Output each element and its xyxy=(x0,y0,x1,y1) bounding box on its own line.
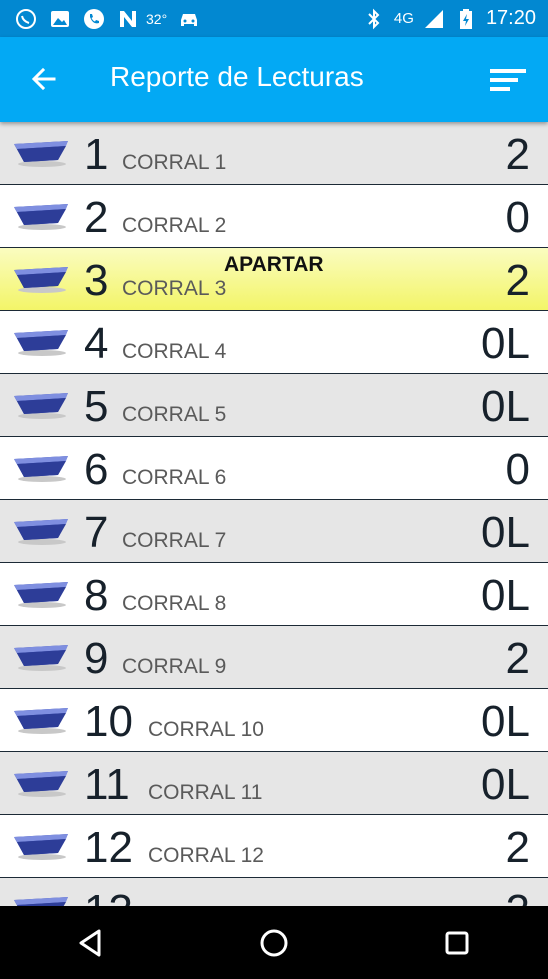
list-item[interactable]: 9 CORRAL 9 2 xyxy=(0,626,548,689)
list-item[interactable]: 1 CORRAL 1 2 xyxy=(0,122,548,185)
reading-value: 0L xyxy=(481,571,530,620)
reading-value: 2 xyxy=(505,256,530,305)
corral-label: CORRAL 11 xyxy=(148,781,263,804)
feed-trough-icon xyxy=(14,204,68,230)
reading-value: 0L xyxy=(481,508,530,557)
list-item[interactable]: 7 CORRAL 7 0L xyxy=(0,500,548,563)
clock-time: 17:20 xyxy=(485,7,536,29)
corral-number: 9 xyxy=(84,634,109,683)
corral-number: 11 xyxy=(84,760,130,809)
reading-value: 2 xyxy=(506,886,530,906)
feed-trough-icon xyxy=(14,834,68,860)
reading-value: 0L xyxy=(481,760,530,809)
feed-trough-icon xyxy=(14,456,68,482)
list-item[interactable]: 8 CORRAL 8 0L xyxy=(0,563,548,626)
feed-trough-icon xyxy=(14,771,68,797)
corral-label: CORRAL 12 xyxy=(148,844,264,867)
nav-back-button[interactable] xyxy=(61,913,121,973)
list-item[interactable]: 11 CORRAL 11 0L xyxy=(0,752,548,815)
corral-number: 1 xyxy=(84,130,109,179)
feed-trough-icon xyxy=(14,393,68,419)
corral-number: 8 xyxy=(84,571,109,620)
corral-label: CORRAL 3 xyxy=(122,277,227,300)
corral-number: 5 xyxy=(84,382,109,431)
corral-number: 7 xyxy=(84,508,109,557)
signal-icon xyxy=(422,7,446,31)
feed-trough-icon xyxy=(14,645,68,671)
feed-trough-icon xyxy=(14,267,68,293)
back-button[interactable] xyxy=(24,57,64,101)
reading-value: 0L xyxy=(481,319,530,368)
reading-value: 2 xyxy=(505,130,530,179)
gallery-icon xyxy=(48,7,72,31)
corral-label: CORRAL 7 xyxy=(122,529,227,552)
feed-trough-icon xyxy=(14,708,68,734)
corral-label: CORRAL 4 xyxy=(122,340,227,363)
status-tag: APARTAR xyxy=(224,253,324,276)
network-type: 4G xyxy=(393,10,414,27)
feed-trough-icon xyxy=(14,519,68,545)
list-item[interactable]: 4 CORRAL 4 0L xyxy=(0,311,548,374)
recents-square-icon xyxy=(445,931,469,954)
sort-menu-icon xyxy=(490,69,526,91)
battery-charging-icon xyxy=(454,7,478,31)
corral-number: 4 xyxy=(84,319,109,368)
corral-label: CORRAL 6 xyxy=(122,466,227,489)
whatsapp-icon xyxy=(14,7,38,31)
list-item[interactable]: 3 CORRAL 3 APARTAR 2 xyxy=(0,248,548,311)
bluetooth-icon xyxy=(362,7,386,31)
corral-number: 13 xyxy=(84,886,133,906)
reading-value: 2 xyxy=(505,634,530,683)
home-circle-icon xyxy=(260,929,288,956)
nav-recents-button[interactable] xyxy=(427,913,487,973)
corral-number: 10 xyxy=(84,697,133,746)
feed-trough-icon xyxy=(14,330,68,356)
corral-number: 2 xyxy=(84,193,109,242)
car-icon xyxy=(177,7,201,31)
corral-list: 1 CORRAL 1 2 2 CORRAL 2 0 3 CORRAL 3 APARTAR 2 4 CO… xyxy=(0,122,548,906)
phone-icon xyxy=(82,7,106,31)
list-item[interactable]: 10 CORRAL 10 0L xyxy=(0,689,548,752)
corral-label: CORRAL 8 xyxy=(122,592,227,615)
corral-label: CORRAL 2 xyxy=(122,214,227,237)
reading-value: 0L xyxy=(481,697,530,746)
nav-home-button[interactable] xyxy=(244,913,304,973)
feed-trough-icon xyxy=(14,582,68,608)
corral-number: 12 xyxy=(84,823,133,872)
corral-label: CORRAL 10 xyxy=(148,718,264,741)
list-item[interactable]: 2 CORRAL 2 0 xyxy=(0,185,548,248)
corral-label: CORRAL 1 xyxy=(122,151,227,174)
app-bar: Reporte de Lecturas xyxy=(0,37,548,122)
temperature-text: 32° xyxy=(146,10,168,27)
feed-trough-icon xyxy=(14,141,68,167)
list-item[interactable]: 5 CORRAL 5 0L xyxy=(0,374,548,437)
reading-value: 0 xyxy=(505,445,530,494)
list-item[interactable]: 13 2 xyxy=(0,878,548,906)
n-app-icon xyxy=(116,7,140,31)
corral-label: CORRAL 9 xyxy=(122,655,227,678)
reading-value: 2 xyxy=(505,823,530,872)
navigation-bar xyxy=(0,906,548,979)
corral-number: 3 xyxy=(84,256,109,305)
status-bar: 32° 4G 17:20 xyxy=(0,0,548,37)
page-title: Reporte de Lecturas xyxy=(110,61,364,92)
list-item[interactable]: 6 CORRAL 6 0 xyxy=(0,437,548,500)
arrow-back-icon xyxy=(31,67,56,91)
sort-menu-button[interactable] xyxy=(488,61,528,97)
back-triangle-icon xyxy=(79,929,101,956)
list-item[interactable]: 12 CORRAL 12 2 xyxy=(0,815,548,878)
reading-value: 0L xyxy=(481,382,530,431)
corral-number: 6 xyxy=(84,445,109,494)
feed-trough-icon xyxy=(14,897,68,906)
reading-value: 0 xyxy=(505,193,530,242)
corral-label: CORRAL 5 xyxy=(122,403,227,426)
